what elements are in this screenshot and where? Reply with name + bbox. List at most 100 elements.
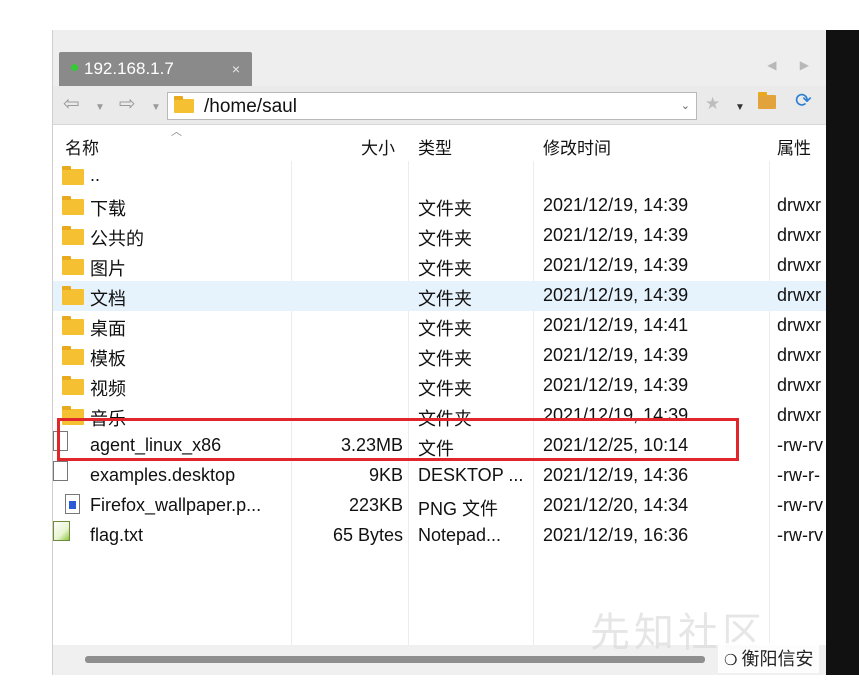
file-attributes: -rw-rv: [777, 525, 823, 545]
file-name: Firefox_wallpaper.p...: [90, 495, 262, 515]
file-type: 文件夹: [418, 409, 472, 429]
file-type: 文件夹: [418, 379, 472, 399]
file-name: 文档: [90, 289, 126, 309]
folder-icon: [62, 316, 84, 335]
folder-icon: [62, 346, 84, 365]
file-type: 文件夹: [418, 259, 472, 279]
forward-dropdown-icon[interactable]: ▼: [151, 98, 161, 118]
connected-status-icon: [71, 64, 78, 72]
home-folder-icon[interactable]: [758, 92, 776, 109]
sort-ascending-icon: ︿: [171, 126, 182, 138]
address-toolbar: ⇦ ▼ ⇨ ▼ /home/saul ⌄ ★ ▼ ⟳: [53, 86, 831, 125]
file-name: 视频: [90, 379, 126, 399]
refresh-icon[interactable]: ⟳: [795, 91, 812, 111]
file-modified: 2021/12/19, 14:39: [543, 405, 689, 425]
back-dropdown-icon[interactable]: ▼: [95, 98, 105, 118]
back-arrow-icon[interactable]: ⇦: [63, 94, 80, 114]
list-item[interactable]: 桌面 文件夹 2021/12/19, 14:41 drwxr: [53, 311, 831, 341]
list-header: ︿ 名称 大小 类型 修改时间 属性: [53, 125, 831, 161]
file-modified: 2021/12/19, 14:36: [543, 465, 689, 485]
file-attributes: drwxr: [777, 405, 821, 425]
file-attributes: -rw-r-: [777, 465, 820, 485]
list-item[interactable]: 模板 文件夹 2021/12/19, 14:39 drwxr: [53, 341, 831, 371]
list-item[interactable]: 下载 文件夹 2021/12/19, 14:39 drwxr: [53, 191, 831, 221]
list-item[interactable]: 图片 文件夹 2021/12/19, 14:39 drwxr: [53, 251, 831, 281]
tab-session[interactable]: 192.168.1.7 ×: [59, 52, 252, 86]
file-attributes: drwxr: [777, 285, 821, 305]
folder-icon: [62, 196, 84, 215]
file-modified: 2021/12/19, 14:41: [543, 315, 689, 335]
file-type: 文件: [418, 439, 454, 459]
window-edge: [826, 30, 859, 675]
file-modified: 2021/12/19, 14:39: [543, 225, 689, 245]
file-browser-window: 192.168.1.7 × ◀ ▶ ⇦ ▼ ⇨ ▼ /home/saul ⌄ ★…: [52, 30, 831, 675]
file-name: 公共的: [90, 229, 144, 249]
column-header-modified[interactable]: 修改时间: [543, 134, 611, 159]
column-header-size[interactable]: 大小: [361, 134, 395, 159]
file-attributes: drwxr: [777, 255, 821, 275]
file-attributes: drwxr: [777, 195, 821, 215]
file-list: ︿ 名称 大小 类型 修改时间 属性 .. 下载 文件夹 2021/12/19, 14…: [53, 125, 831, 645]
notepad-file-icon: [53, 521, 70, 541]
folder-icon: [62, 286, 84, 305]
list-item[interactable]: 视频 文件夹 2021/12/19, 14:39 drwxr: [53, 371, 831, 401]
tab-close-icon[interactable]: ×: [232, 52, 240, 86]
folder-icon: [62, 226, 84, 245]
file-type: 文件夹: [418, 319, 472, 339]
file-type: Notepad...: [418, 525, 502, 545]
file-attributes: drwxr: [777, 345, 821, 365]
file-type: 文件夹: [418, 289, 472, 309]
file-attributes: -rw-rv: [777, 435, 823, 455]
file-type: 文件夹: [418, 349, 472, 369]
list-item[interactable]: examples.desktop 9KB DESKTOP ... 2021/12/19…: [53, 461, 831, 491]
file-name: flag.txt: [90, 525, 144, 545]
file-name: 模板: [90, 349, 126, 369]
file-type: 文件夹: [418, 229, 472, 249]
file-type: 文件夹: [418, 199, 472, 219]
folder-icon: [174, 96, 194, 113]
file-icon: [53, 431, 68, 451]
file-name: 下载: [90, 199, 126, 219]
png-file-icon: [53, 491, 80, 514]
file-modified: 2021/12/19, 14:39: [543, 195, 689, 215]
list-item[interactable]: 音乐 文件夹 2021/12/19, 14:39 drwxr: [53, 401, 831, 431]
tab-scroll-arrows-icon[interactable]: ◀ ▶: [767, 58, 819, 72]
tab-title: 192.168.1.7: [84, 59, 174, 78]
list-item[interactable]: 公共的 文件夹 2021/12/19, 14:39 drwxr: [53, 221, 831, 251]
file-modified: 2021/12/19, 16:36: [543, 525, 689, 545]
folder-icon: [62, 256, 84, 275]
file-type: PNG 文件: [418, 499, 499, 519]
file-size: 9KB: [368, 465, 403, 485]
bookmark-dropdown-icon[interactable]: ▼: [735, 99, 745, 117]
list-item[interactable]: agent_linux_x86 3.23MB 文件 2021/12/25, 10:14…: [53, 431, 831, 461]
current-path: /home/saul: [204, 96, 297, 117]
wechat-icon: ❍: [724, 652, 738, 669]
list-item[interactable]: Firefox_wallpaper.p... 223KB PNG 文件 2021/12…: [53, 491, 831, 521]
file-attributes: drwxr: [777, 225, 821, 245]
file-icon: [53, 461, 68, 481]
list-item[interactable]: ..: [53, 161, 831, 191]
file-modified: 2021/12/25, 10:14: [543, 435, 689, 455]
bookmark-star-icon[interactable]: ★: [705, 95, 720, 113]
column-header-name[interactable]: 名称: [65, 134, 99, 159]
file-name: agent_linux_x86: [90, 435, 222, 455]
folder-icon: [62, 406, 84, 425]
forward-arrow-icon[interactable]: ⇨: [119, 94, 136, 114]
chevron-down-icon[interactable]: ⌄: [681, 99, 690, 112]
path-input[interactable]: /home/saul ⌄: [167, 92, 697, 120]
folder-icon: [62, 166, 84, 185]
folder-icon: [62, 376, 84, 395]
list-item[interactable]: 文档 文件夹 2021/12/19, 14:39 drwxr: [53, 281, 831, 311]
list-item[interactable]: flag.txt 65 Bytes Notepad... 2021/12/19, 16…: [53, 521, 831, 551]
file-name: 图片: [90, 259, 126, 279]
file-size: 3.23MB: [340, 435, 403, 455]
column-header-attributes[interactable]: 属性: [777, 134, 811, 159]
file-size: 65 Bytes: [332, 525, 403, 545]
file-name: ..: [90, 165, 101, 185]
watermark-text: 衡阳信安: [741, 649, 814, 669]
file-name: examples.desktop: [90, 465, 236, 485]
file-name: 桌面: [90, 319, 126, 339]
column-header-type[interactable]: 类型: [418, 134, 452, 159]
file-modified: 2021/12/19, 14:39: [543, 255, 689, 275]
file-modified: 2021/12/20, 14:34: [543, 495, 689, 515]
